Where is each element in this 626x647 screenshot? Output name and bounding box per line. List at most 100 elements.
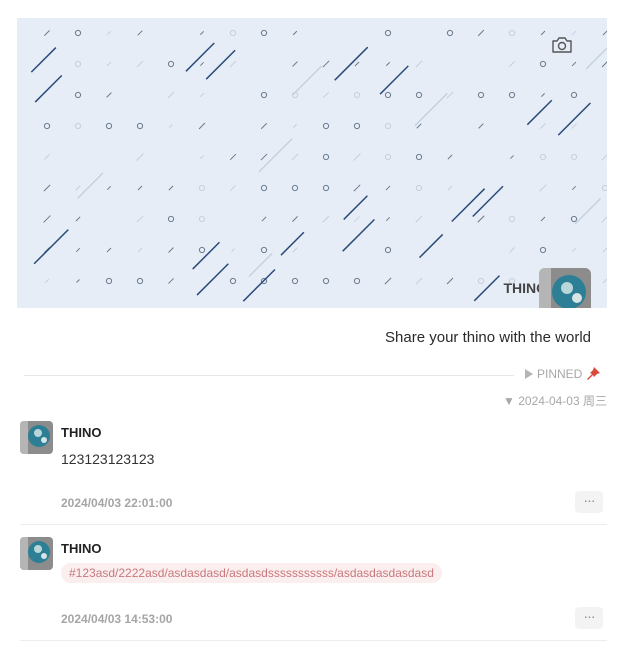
pattern-dot: [384, 246, 392, 254]
pattern-dot: [74, 91, 82, 99]
pattern-dot: [384, 91, 392, 99]
pattern-stroke: [30, 47, 57, 73]
memo-card: THINO #123asd/2222asd/asdasdasd/asdasdss…: [20, 537, 607, 641]
pattern-dot: [353, 122, 361, 130]
pattern-tick: [541, 93, 545, 97]
avatar[interactable]: [20, 421, 53, 454]
pattern-dot: [539, 153, 547, 161]
pattern-tick: [137, 185, 143, 191]
pattern-tick: [106, 61, 112, 67]
pattern-tick: [260, 153, 268, 161]
pattern-dot: [415, 184, 423, 192]
pattern-stroke: [414, 92, 448, 127]
pattern-stroke: [280, 231, 305, 256]
pattern-tick: [44, 30, 50, 36]
pattern-tick: [572, 248, 576, 252]
pattern-tick: [322, 60, 330, 68]
pattern-tick: [322, 91, 330, 99]
pattern-dot: [415, 91, 423, 99]
pattern-tick: [415, 60, 423, 68]
pattern-stroke: [248, 252, 273, 278]
pattern-tick: [415, 277, 423, 285]
pattern-tick: [75, 216, 81, 222]
pattern-stroke: [451, 188, 486, 223]
more-options-button[interactable]: ···: [575, 491, 603, 513]
pattern-dot: [105, 122, 113, 130]
pattern-tick: [322, 215, 330, 223]
pattern-dot: [353, 91, 361, 99]
pattern-dot: [322, 184, 330, 192]
change-cover-button[interactable]: [551, 36, 575, 58]
cover-banner: THINO: [17, 18, 607, 308]
pattern-stroke: [192, 241, 220, 270]
pattern-stroke: [334, 46, 369, 81]
pattern-dot: [74, 29, 82, 37]
pattern-tick: [540, 216, 546, 222]
pattern-tick: [416, 123, 422, 129]
pattern-tick: [477, 29, 485, 37]
pattern-dot: [229, 277, 237, 285]
pattern-dot: [322, 277, 330, 285]
profile-avatar[interactable]: [539, 268, 591, 308]
pattern-tick: [292, 247, 298, 253]
pattern-tick: [76, 279, 80, 283]
memo-timestamp[interactable]: 2024/04/03 22:01:00: [61, 496, 172, 510]
pattern-dot: [136, 277, 144, 285]
pattern-dot: [508, 215, 516, 223]
pattern-dot: [260, 184, 268, 192]
pattern-tick: [137, 30, 143, 36]
pinned-toggle[interactable]: PINNED: [524, 366, 601, 382]
pattern-dot: [167, 60, 175, 68]
date-group-weekday: 周三: [582, 394, 607, 408]
pattern-dot: [198, 215, 206, 223]
pattern-tick: [44, 154, 50, 160]
avatar[interactable]: [20, 537, 53, 570]
pattern-tick: [169, 124, 173, 128]
triangle-right-icon: [525, 369, 533, 379]
pattern-tick: [136, 60, 144, 68]
pattern-tick: [198, 122, 206, 130]
memo-card: THINO 123123123123 2024/04/03 22:01:00 ·…: [20, 421, 607, 525]
pattern-dot: [508, 91, 516, 99]
pattern-stroke: [34, 74, 63, 103]
pattern-stroke: [185, 42, 215, 72]
date-group-toggle[interactable]: ▼ 2024-04-03 周三: [495, 392, 607, 409]
pattern-tick: [199, 61, 205, 67]
pattern-dot: [291, 184, 299, 192]
pattern-dot: [539, 60, 547, 68]
pattern-tick: [385, 216, 391, 222]
pattern-dot: [198, 246, 206, 254]
pattern-tick: [540, 30, 546, 36]
pattern-tick: [354, 216, 360, 222]
more-options-button[interactable]: ···: [575, 607, 603, 629]
pattern-tick: [43, 184, 51, 192]
pattern-tick: [354, 61, 360, 67]
pattern-dot: [229, 29, 237, 37]
pattern-tick: [199, 30, 205, 36]
pattern-tick: [230, 185, 236, 191]
pattern-dot: [74, 122, 82, 130]
pattern-tick: [571, 123, 577, 129]
pattern-tick: [136, 215, 144, 223]
pattern-dot: [322, 122, 330, 130]
pattern-tick: [106, 92, 112, 98]
pattern-stroke: [574, 198, 601, 225]
memo-tag[interactable]: #123asd/2222asd/asdasdasd/asdasdssssssss…: [61, 563, 442, 583]
pattern-tick: [539, 184, 547, 192]
pattern-tick: [353, 184, 361, 192]
pattern-stroke: [205, 49, 236, 80]
pattern-tick: [292, 123, 298, 129]
pattern-tick: [137, 247, 143, 253]
memo-author: THINO: [61, 425, 102, 440]
pattern-tick: [601, 216, 607, 223]
pattern-stroke: [33, 229, 69, 265]
pattern-tick: [571, 61, 577, 67]
pattern-dot: [384, 122, 392, 130]
pattern-tick: [602, 278, 607, 284]
pattern-tick: [353, 153, 361, 161]
pattern-dot: [322, 153, 330, 161]
memo-timestamp[interactable]: 2024/04/03 14:53:00: [61, 612, 172, 626]
pattern-dot: [74, 60, 82, 68]
pattern-dot: [570, 91, 578, 99]
pattern-tick: [571, 185, 577, 191]
